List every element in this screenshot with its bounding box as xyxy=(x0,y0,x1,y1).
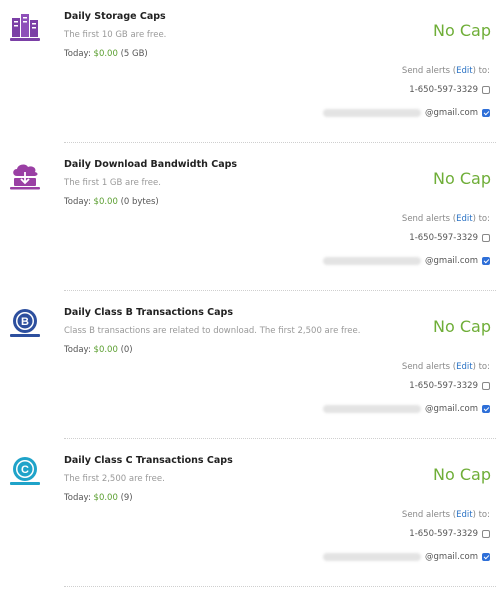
class-b-icon: B xyxy=(8,306,42,340)
cap-description: Class B transactions are related to down… xyxy=(64,326,361,336)
cap-value[interactable]: No Cap xyxy=(433,317,491,336)
phone-alert-row: 1-650-597-3329 xyxy=(409,85,490,95)
divider xyxy=(64,586,496,587)
send-alerts-label: Send alerts (Edit) to: xyxy=(402,510,490,520)
phone-alert-checkbox[interactable] xyxy=(482,382,490,390)
today-label: Today: xyxy=(64,493,91,503)
cap-value[interactable]: No Cap xyxy=(433,21,491,40)
divider xyxy=(64,438,496,439)
redacted-email-user xyxy=(323,405,422,413)
email-alert-row: @gmail.com xyxy=(323,108,490,118)
alerts-suffix: ) to: xyxy=(472,362,490,372)
redacted-email-user xyxy=(323,109,422,117)
today-detail: (9) xyxy=(120,493,133,503)
cap-storage: Daily Storage Caps The first 10 GB are f… xyxy=(0,0,504,147)
phone-alert-row: 1-650-597-3329 xyxy=(409,381,490,391)
cap-description: The first 1 GB are free. xyxy=(64,178,161,188)
email-domain: @gmail.com xyxy=(425,404,478,414)
phone-number: 1-650-597-3329 xyxy=(409,381,478,391)
alerts-suffix: ) to: xyxy=(472,214,490,224)
send-alerts-label: Send alerts (Edit) to: xyxy=(402,362,490,372)
email-domain: @gmail.com xyxy=(425,108,478,118)
alerts-suffix: ) to: xyxy=(472,510,490,520)
phone-number: 1-650-597-3329 xyxy=(409,85,478,95)
today-detail: (0) xyxy=(120,345,133,355)
alerts-prefix: Send alerts ( xyxy=(401,214,457,224)
storage-icon xyxy=(8,10,42,44)
phone-number: 1-650-597-3329 xyxy=(409,529,478,539)
cap-title: Daily Download Bandwidth Caps xyxy=(64,159,238,170)
cap-today: Today: $0.00 (0 bytes) xyxy=(64,197,159,207)
email-alert-row: @gmail.com xyxy=(323,256,490,266)
today-label: Today: xyxy=(64,197,91,207)
caps-list: Daily Storage Caps The first 10 GB are f… xyxy=(0,0,504,599)
alerts-prefix: Send alerts ( xyxy=(401,510,457,520)
divider xyxy=(64,142,496,143)
email-alert-row: @gmail.com xyxy=(323,552,490,562)
cap-title: Daily Class B Transactions Caps xyxy=(64,307,233,318)
alerts-prefix: Send alerts ( xyxy=(401,66,457,76)
alerts-suffix: ) to: xyxy=(472,66,490,76)
phone-alert-checkbox[interactable] xyxy=(482,530,490,538)
edit-alerts-link[interactable]: Edit xyxy=(456,66,472,76)
divider xyxy=(64,290,496,291)
email-domain: @gmail.com xyxy=(425,552,478,562)
email-domain: @gmail.com xyxy=(425,256,478,266)
phone-alert-checkbox[interactable] xyxy=(482,86,490,94)
email-alert-checkbox[interactable] xyxy=(482,257,490,265)
today-detail: (5 GB) xyxy=(120,49,148,59)
email-alert-checkbox[interactable] xyxy=(482,405,490,413)
alerts-prefix: Send alerts ( xyxy=(401,362,457,372)
cap-today: Today: $0.00 (5 GB) xyxy=(64,49,148,59)
icon-letter: C xyxy=(21,464,29,476)
phone-alert-row: 1-650-597-3329 xyxy=(409,529,490,539)
cap-value[interactable]: No Cap xyxy=(433,465,491,484)
redacted-email-user xyxy=(323,257,422,265)
cap-today: Today: $0.00 (9) xyxy=(64,493,133,503)
email-alert-checkbox[interactable] xyxy=(482,109,490,117)
phone-alert-checkbox[interactable] xyxy=(482,234,490,242)
cap-class-b-transactions: B Daily Class B Transactions Caps Class … xyxy=(0,296,504,443)
edit-alerts-link[interactable]: Edit xyxy=(456,362,472,372)
cap-today: Today: $0.00 (0) xyxy=(64,345,133,355)
edit-alerts-link[interactable]: Edit xyxy=(456,214,472,224)
email-alert-row: @gmail.com xyxy=(323,404,490,414)
cloud-download-icon xyxy=(8,158,42,192)
send-alerts-label: Send alerts (Edit) to: xyxy=(402,66,490,76)
cap-class-c-transactions: C Daily Class C Transactions Caps The fi… xyxy=(0,444,504,591)
cap-description: The first 2,500 are free. xyxy=(64,474,165,484)
send-alerts-label: Send alerts (Edit) to: xyxy=(402,214,490,224)
cap-description: The first 10 GB are free. xyxy=(64,30,167,40)
cap-download-bandwidth: Daily Download Bandwidth Caps The first … xyxy=(0,148,504,295)
today-label: Today: xyxy=(64,49,91,59)
cap-title: Daily Storage Caps xyxy=(64,11,166,22)
class-c-icon: C xyxy=(8,454,42,488)
redacted-email-user xyxy=(323,553,422,561)
cap-value[interactable]: No Cap xyxy=(433,169,491,188)
today-detail: (0 bytes) xyxy=(120,197,159,207)
today-amount: $0.00 xyxy=(93,197,118,207)
email-alert-checkbox[interactable] xyxy=(482,553,490,561)
today-label: Today: xyxy=(64,345,91,355)
today-amount: $0.00 xyxy=(93,49,118,59)
today-amount: $0.00 xyxy=(93,345,118,355)
phone-alert-row: 1-650-597-3329 xyxy=(409,233,490,243)
icon-letter: B xyxy=(21,316,29,328)
edit-alerts-link[interactable]: Edit xyxy=(456,510,472,520)
cap-title: Daily Class C Transactions Caps xyxy=(64,455,233,466)
phone-number: 1-650-597-3329 xyxy=(409,233,478,243)
today-amount: $0.00 xyxy=(93,493,118,503)
